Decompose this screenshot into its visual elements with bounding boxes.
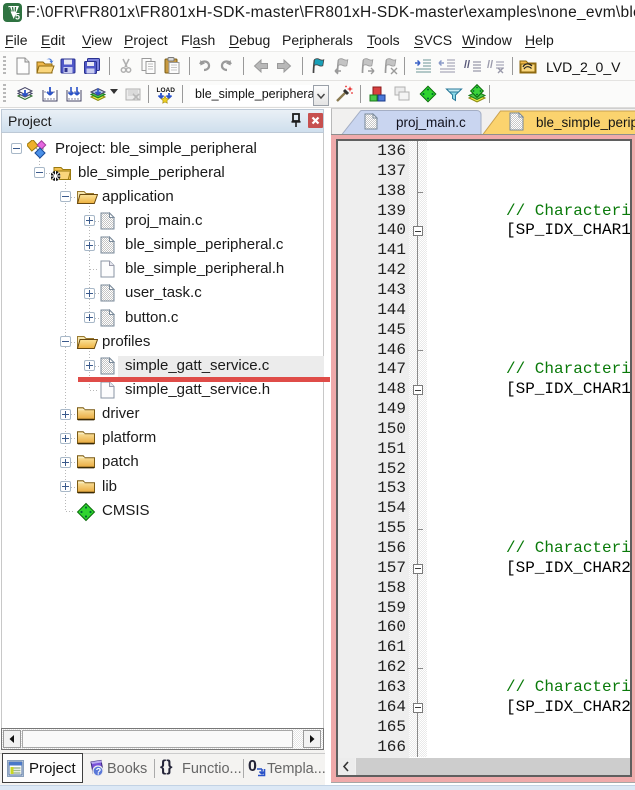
svg-text://: //: [487, 59, 493, 71]
svg-text:LOAD: LOAD: [157, 87, 176, 94]
svg-text:?: ?: [96, 767, 102, 777]
svg-text://: //: [464, 59, 470, 71]
svg-text:5: 5: [15, 12, 20, 22]
